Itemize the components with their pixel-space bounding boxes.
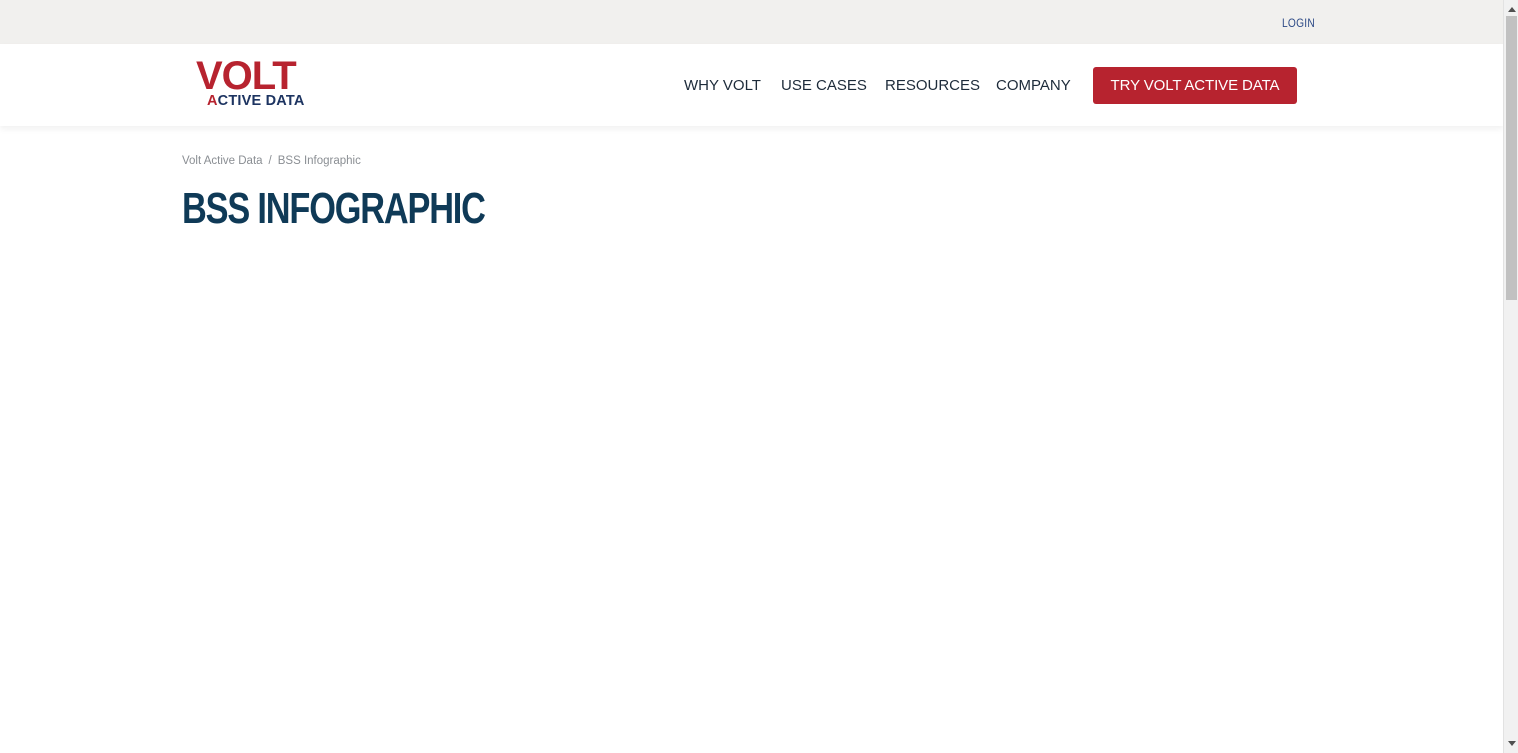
try-volt-active-data-button[interactable]: TRY VOLT ACTIVE DATA <box>1093 67 1297 104</box>
main-header: VOLT ACTIVE DATA WHY VOLT USE CASES RESO… <box>0 44 1503 126</box>
logo-accent-letter: A <box>207 93 218 109</box>
scroll-up-arrow-icon[interactable] <box>1504 2 1518 17</box>
scroll-down-arrow-icon[interactable] <box>1504 736 1518 751</box>
volt-active-data-logo[interactable]: VOLT ACTIVE DATA <box>196 54 320 113</box>
breadcrumb-home-link[interactable]: Volt Active Data <box>182 155 263 167</box>
nav-item-resources[interactable]: RESOURCES <box>885 77 980 94</box>
scrollbar-thumb[interactable] <box>1506 16 1517 300</box>
breadcrumb-current: BSS Infographic <box>277 155 361 167</box>
breadcrumb: Volt Active Data / BSS Infographic <box>182 155 361 167</box>
page-title: BSS INFOGRAPHIC <box>182 184 486 233</box>
nav-item-use-cases[interactable]: USE CASES <box>781 77 867 94</box>
breadcrumb-separator: / <box>268 155 272 167</box>
login-link[interactable]: LOGIN <box>1282 16 1315 30</box>
nav-item-why-volt[interactable]: WHY VOLT <box>684 77 761 94</box>
vertical-scrollbar[interactable] <box>1503 0 1518 753</box>
logo-rest-text: CTIVE DATA <box>217 93 305 109</box>
utility-bar: LOGIN <box>0 0 1503 44</box>
logo-wordmark-active-data: ACTIVE DATA <box>207 93 305 109</box>
page: LOGIN VOLT ACTIVE DATA WHY VOLT USE CASE… <box>0 0 1518 753</box>
logo-wordmark-volt: VOLT <box>196 54 297 98</box>
nav-item-company[interactable]: COMPANY <box>996 77 1071 94</box>
